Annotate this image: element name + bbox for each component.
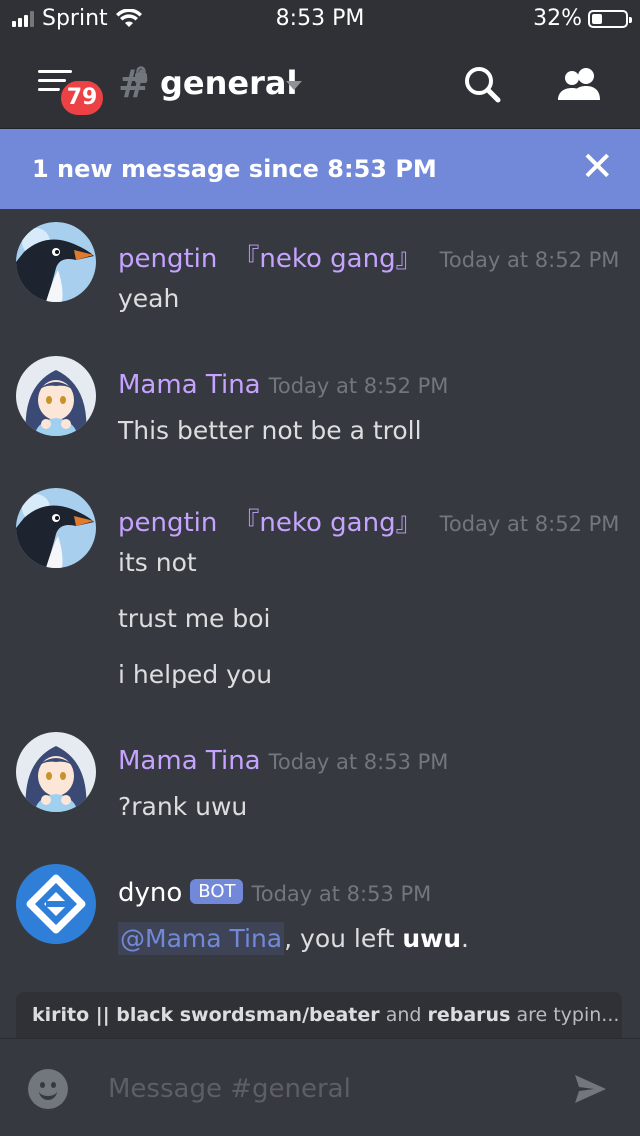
emoji-icon[interactable] bbox=[28, 1069, 68, 1109]
message-text[interactable]: its not bbox=[118, 548, 197, 577]
status-bar: Sprint 8:53 PM 32% bbox=[0, 0, 640, 40]
timestamp: Today at 8:53 PM bbox=[251, 882, 432, 906]
new-message-text: 1 new message since 8:53 PM bbox=[32, 155, 437, 183]
bot-badge: BOT bbox=[190, 879, 244, 904]
author-tag: 『neko gang』 bbox=[233, 244, 422, 274]
message-text[interactable]: trust me boi bbox=[118, 604, 271, 633]
message-text[interactable]: @Mama Tina, you left uwu. bbox=[118, 922, 469, 955]
unread-badge: 79 bbox=[58, 78, 106, 118]
typing-user: kirito || black swordsman/beater bbox=[32, 1004, 380, 1026]
send-icon[interactable] bbox=[572, 1071, 608, 1107]
message-text[interactable]: ?rank uwu bbox=[118, 792, 247, 821]
message-text[interactable]: yeah bbox=[118, 284, 179, 313]
message-text[interactable]: i helped you bbox=[118, 660, 272, 689]
typing-indicator: kirito || black swordsman/beater and reb… bbox=[16, 992, 622, 1038]
search-icon[interactable] bbox=[460, 62, 504, 106]
timestamp: Today at 8:53 PM bbox=[268, 750, 449, 774]
message-composer bbox=[0, 1038, 640, 1136]
typing-user: rebarus bbox=[427, 1004, 511, 1026]
author-name[interactable]: pengtin bbox=[118, 508, 217, 538]
locked-hash-icon: # bbox=[118, 62, 150, 106]
avatar-penguin[interactable] bbox=[16, 488, 96, 568]
avatar-penguin[interactable] bbox=[16, 222, 96, 302]
members-icon[interactable] bbox=[556, 62, 604, 106]
avatar-dyno-bot[interactable] bbox=[16, 864, 96, 944]
author-name[interactable]: Mama Tina bbox=[118, 746, 261, 776]
timestamp: Today at 8:52 PM bbox=[439, 512, 620, 536]
message-text-fragment: , you left bbox=[284, 924, 403, 953]
battery-percent: 32% bbox=[533, 6, 582, 31]
timestamp: Today at 8:52 PM bbox=[439, 248, 620, 272]
avatar-anime-girl[interactable] bbox=[16, 732, 96, 812]
bold-text: uwu bbox=[402, 924, 462, 953]
close-icon[interactable]: ✕ bbox=[580, 147, 614, 187]
chevron-down-icon[interactable] bbox=[286, 81, 302, 90]
user-mention[interactable]: @Mama Tina bbox=[118, 922, 285, 955]
author-name[interactable]: dyno bbox=[118, 878, 182, 908]
channel-title[interactable]: general bbox=[160, 64, 297, 102]
timestamp: Today at 8:52 PM bbox=[268, 374, 449, 398]
typing-joiner: and bbox=[385, 1004, 422, 1026]
avatar-anime-girl[interactable] bbox=[16, 356, 96, 436]
channel-header: 79 # general bbox=[0, 40, 640, 129]
message-input[interactable] bbox=[108, 1069, 548, 1109]
battery-group: 32% bbox=[533, 6, 632, 31]
battery-icon bbox=[588, 9, 632, 28]
message-text[interactable]: This better not be a troll bbox=[118, 416, 422, 445]
author-name[interactable]: Mama Tina bbox=[118, 370, 261, 400]
typing-suffix: are typin... bbox=[516, 1004, 620, 1026]
author-tag: 『neko gang』 bbox=[233, 508, 422, 538]
battery-fill bbox=[592, 13, 602, 24]
new-message-bar[interactable]: 1 new message since 8:53 PM ✕ bbox=[0, 129, 640, 209]
message-text-fragment: . bbox=[461, 924, 469, 953]
author-name[interactable]: pengtin bbox=[118, 244, 217, 274]
